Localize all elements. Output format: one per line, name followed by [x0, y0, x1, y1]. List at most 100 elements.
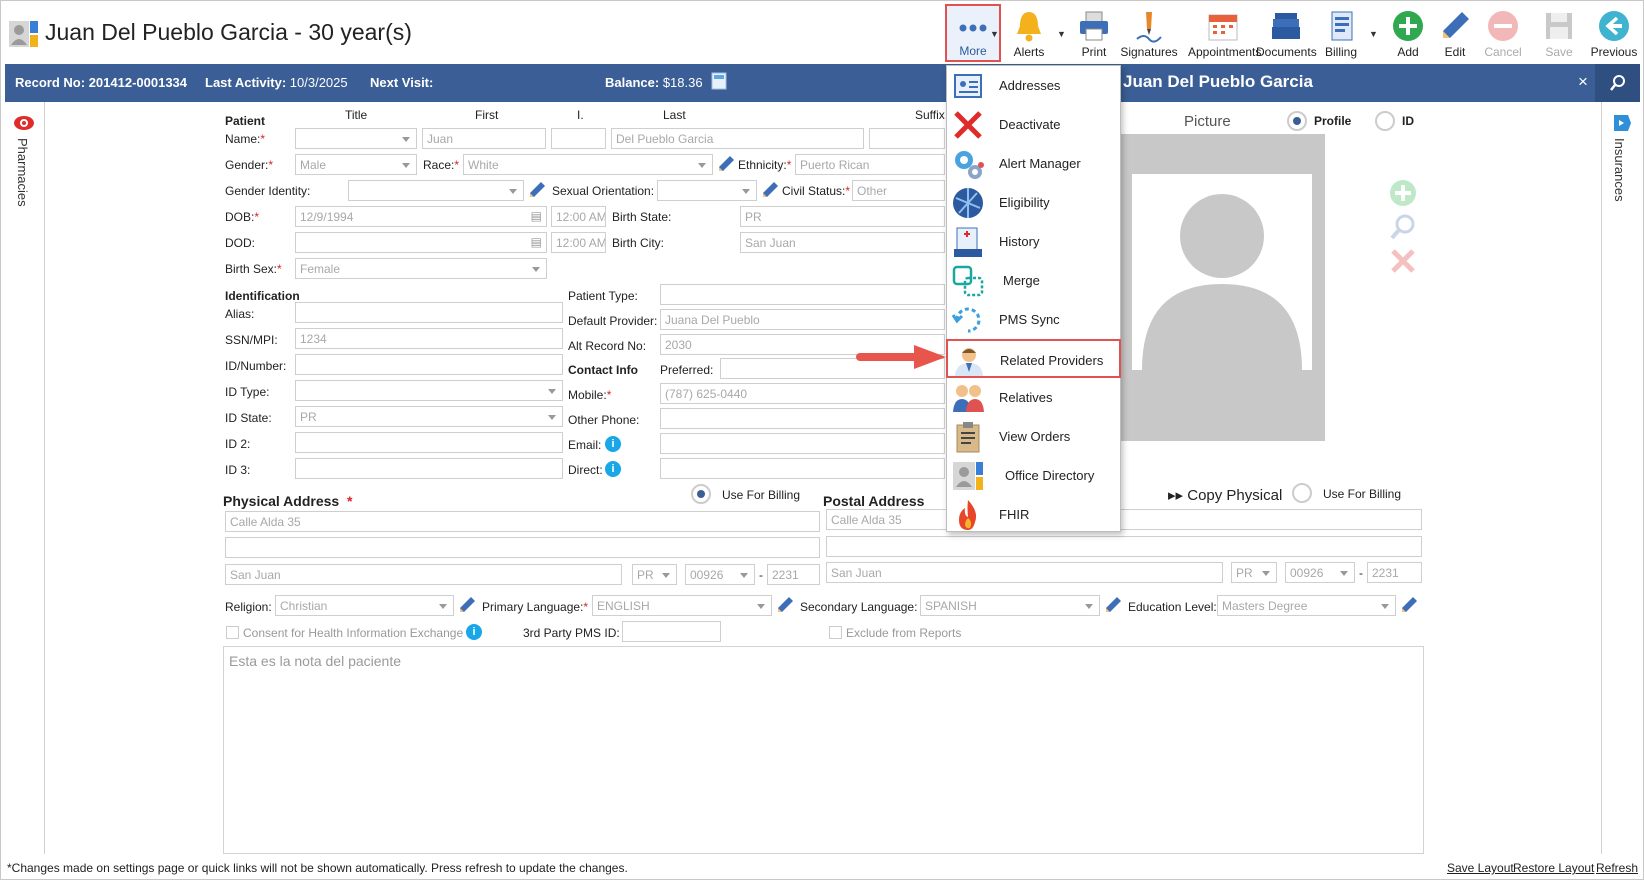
add-picture-icon[interactable] [1389, 179, 1417, 207]
ethnicity-field[interactable]: Puerto Rican [795, 154, 945, 175]
postal-city-field[interactable]: San Juan [826, 562, 1223, 583]
more-dropdown-arrow[interactable]: ▼ [990, 29, 999, 39]
dod-date-field[interactable] [295, 232, 547, 253]
documents-button[interactable]: Documents [1256, 5, 1317, 61]
pharmacy-eye-icon[interactable] [13, 114, 35, 132]
menu-item-alert-manager[interactable]: Alert Manager [947, 144, 1120, 183]
email-field[interactable] [660, 433, 945, 454]
physical-address-line1[interactable]: Calle Alda 35 [225, 511, 820, 532]
email-info-icon[interactable]: i [605, 436, 621, 452]
physical-city-field[interactable]: San Juan [225, 564, 622, 585]
postal-address-line1[interactable]: Calle Alda 35 [826, 509, 1422, 530]
id-state-select[interactable]: PR [295, 406, 563, 427]
alerts-button[interactable]: Alerts [999, 5, 1059, 61]
birth-sex-select[interactable]: Female [295, 258, 547, 279]
birth-state-field[interactable]: PR [740, 206, 945, 227]
dob-time-field[interactable]: 12:00 AM [551, 206, 606, 227]
physical-zip-ext-field[interactable]: 2231 [767, 564, 820, 585]
restore-layout-link[interactable]: Restore Layout [1513, 861, 1594, 875]
billing-button[interactable]: Billing [1311, 5, 1371, 61]
physical-zip-select[interactable]: 00926 [685, 564, 755, 585]
menu-item-related-providers[interactable]: Related Providers [946, 339, 1121, 378]
menu-item-relatives[interactable]: Relatives [947, 378, 1120, 417]
mobile-field[interactable]: (787) 625-0440 [660, 383, 945, 404]
consent-info-icon[interactable]: i [466, 624, 482, 640]
last-name-field[interactable]: Del Pueblo Garcia [611, 128, 864, 149]
race-select[interactable]: White [463, 154, 713, 175]
consent-checkbox[interactable] [226, 626, 239, 639]
first-name-field[interactable]: Juan [422, 128, 546, 149]
secondary-language-edit-pencil-icon[interactable] [1103, 595, 1123, 615]
appointments-button[interactable]: Appointments [1188, 5, 1261, 61]
insurance-tag-icon[interactable] [1610, 114, 1632, 132]
postal-address-line2[interactable] [826, 536, 1422, 557]
billing-dropdown-arrow[interactable]: ▼ [1369, 29, 1378, 39]
profile-radio[interactable] [1287, 111, 1307, 131]
gender-identity-select[interactable] [348, 180, 524, 201]
postal-zip-select[interactable]: 00926 [1285, 562, 1355, 583]
menu-item-deactivate[interactable]: Deactivate [947, 105, 1120, 144]
secondary-language-select[interactable]: SPANISH [920, 595, 1100, 616]
id-type-select[interactable] [295, 380, 563, 401]
menu-item-fhir[interactable]: FHIR [947, 495, 1120, 534]
physical-state-select[interactable]: PR [632, 564, 677, 585]
physical-use-for-billing-radio[interactable] [691, 484, 711, 504]
dod-time-field[interactable]: 12:00 AM [551, 232, 606, 253]
religion-select[interactable]: Christian [275, 595, 454, 616]
id-number-field[interactable] [295, 354, 563, 375]
delete-picture-icon[interactable] [1389, 247, 1417, 275]
cancel-button[interactable]: Cancel [1473, 5, 1533, 61]
sexual-orientation-select[interactable] [657, 180, 757, 201]
save-button[interactable]: Save [1529, 5, 1589, 61]
patient-type-field[interactable] [660, 284, 945, 305]
education-level-select[interactable]: Masters Degree [1217, 595, 1396, 616]
menu-item-history[interactable]: History [947, 222, 1120, 261]
middle-initial-field[interactable] [551, 128, 606, 149]
direct-info-icon[interactable]: i [605, 461, 621, 477]
dob-date-field[interactable]: 12/9/1994 [295, 206, 547, 227]
copy-physical-link[interactable]: ▸▸ Copy Physical [1168, 486, 1282, 504]
balance-calculator-icon[interactable] [711, 72, 727, 93]
id2-field[interactable] [295, 432, 563, 453]
alias-field[interactable] [295, 302, 563, 323]
other-phone-field[interactable] [660, 408, 945, 429]
postal-state-select[interactable]: PR [1231, 562, 1277, 583]
direct-field[interactable] [660, 458, 945, 479]
title-select[interactable] [295, 128, 417, 149]
sexual-orientation-edit-pencil-icon[interactable] [760, 180, 780, 200]
previous-button[interactable]: Previous [1584, 5, 1644, 61]
insurances-tab[interactable]: Insurances [1612, 138, 1627, 202]
patient-note-textarea[interactable]: Esta es la nota del paciente [223, 646, 1424, 854]
default-provider-field[interactable]: Juana Del Pueblo [660, 309, 945, 330]
education-edit-pencil-icon[interactable] [1399, 595, 1419, 615]
menu-item-addresses[interactable]: Addresses [947, 66, 1120, 105]
gender-identity-edit-pencil-icon[interactable] [527, 180, 547, 200]
save-layout-link[interactable]: Save Layout [1447, 861, 1514, 875]
ssn-field[interactable]: 1234 [295, 328, 563, 349]
id-radio[interactable] [1375, 111, 1395, 131]
signatures-button[interactable]: Signatures [1119, 5, 1179, 61]
birth-city-field[interactable]: San Juan [740, 232, 945, 253]
postal-use-for-billing-radio[interactable] [1292, 483, 1312, 503]
civil-status-field[interactable]: Other [852, 180, 945, 201]
race-edit-pencil-icon[interactable] [716, 154, 736, 174]
print-button[interactable]: Print [1064, 5, 1124, 61]
postal-zip-ext-field[interactable]: 2231 [1367, 562, 1422, 583]
menu-item-office-directory[interactable]: Office Directory [947, 456, 1120, 495]
menu-item-pms-sync[interactable]: PMS Sync [947, 300, 1120, 339]
search-panel-button[interactable] [1595, 64, 1640, 102]
menu-item-eligibility[interactable]: Eligibility [947, 183, 1120, 222]
primary-language-edit-pencil-icon[interactable] [775, 595, 795, 615]
pharmacies-tab[interactable]: Pharmacies [15, 138, 30, 207]
menu-item-view-orders[interactable]: View Orders [947, 417, 1120, 456]
close-panel-button[interactable]: × [1578, 72, 1588, 92]
suffix-field[interactable] [869, 128, 945, 149]
refresh-link[interactable]: Refresh [1596, 861, 1638, 875]
zoom-picture-icon[interactable] [1389, 213, 1417, 241]
gender-select[interactable]: Male [295, 154, 417, 175]
pms-id-field[interactable] [622, 621, 721, 642]
religion-edit-pencil-icon[interactable] [457, 595, 477, 615]
exclude-reports-checkbox[interactable] [829, 626, 842, 639]
primary-language-select[interactable]: ENGLISH [592, 595, 772, 616]
id3-field[interactable] [295, 458, 563, 479]
